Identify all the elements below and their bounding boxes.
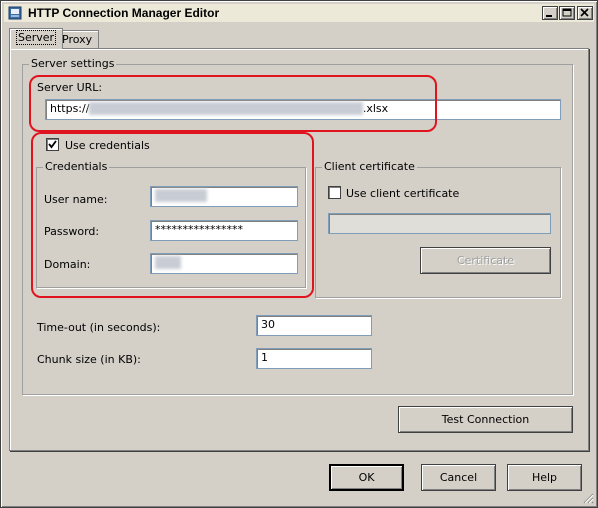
tab-server-label: Server [16,30,57,45]
close-button[interactable] [577,6,593,20]
test-connection-button[interactable]: Test Connection [398,406,573,433]
dialog-window: HTTP Connection Manager Editor Server Pr… [0,0,598,508]
help-button[interactable]: Help [507,464,582,491]
maximize-icon [562,8,572,17]
window-title: HTTP Connection Manager Editor [28,6,220,20]
certificate-field [328,213,551,234]
resize-grip-icon[interactable] [582,492,594,504]
ok-button[interactable]: OK [329,464,404,491]
cancel-button[interactable]: Cancel [421,464,496,491]
server-settings-title: Server settings [29,57,117,70]
minimize-button[interactable] [542,6,558,20]
chunk-size-input[interactable]: 1 [256,348,372,369]
timeout-label: Time-out (in seconds): [37,321,161,334]
tab-proxy-label: Proxy [62,33,93,46]
credentials-highlight [31,132,314,298]
close-icon [580,8,589,17]
use-client-certificate-label: Use client certificate [346,187,460,200]
title-bar[interactable]: HTTP Connection Manager Editor [4,4,594,22]
app-icon [8,6,22,20]
certificate-button[interactable]: Certificate [420,247,551,274]
server-url-highlight [29,75,437,132]
client-certificate-title: Client certificate [322,160,417,173]
use-client-certificate-checkbox[interactable] [328,186,341,199]
chunk-size-label: Chunk size (in KB): [37,353,141,366]
server-tab-panel: Server settings Server URL: https://xxxx… [9,48,589,451]
tab-server[interactable]: Server [9,28,64,49]
timeout-input[interactable]: 30 [256,315,372,336]
maximize-button[interactable] [559,6,575,20]
minimize-icon [546,15,552,17]
